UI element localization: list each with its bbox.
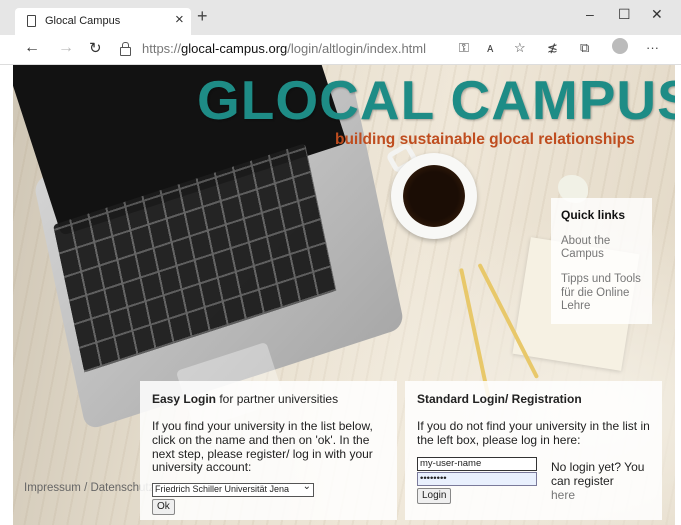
new-tab-icon[interactable]: + bbox=[197, 6, 208, 27]
register-prompt: No login yet? You can register here bbox=[551, 460, 645, 502]
read-aloud-icon[interactable]: ᴀ bbox=[487, 40, 493, 55]
address-bar[interactable]: https://glocal-campus.org/login/altlogin… bbox=[112, 38, 532, 60]
site-tagline: building sustainable glocal relationship… bbox=[335, 131, 635, 148]
profile-icon[interactable] bbox=[612, 38, 628, 54]
site-title: GLOCAL CAMPUS bbox=[197, 69, 675, 131]
url-text: https://glocal-campus.org/login/altlogin… bbox=[142, 41, 426, 56]
key-icon[interactable]: ⚿ bbox=[459, 40, 469, 56]
login-button[interactable]: Login bbox=[417, 488, 452, 504]
favorite-star-icon[interactable]: ☆ bbox=[514, 40, 526, 56]
standard-login-box: Standard Login/ Registration If you do n… bbox=[405, 381, 662, 520]
browser-toolbar: ← → ↻ https://glocal-campus.org/login/al… bbox=[0, 35, 681, 65]
imprint-link[interactable]: Impressum / Datenschutz bbox=[24, 482, 154, 495]
close-tab-icon[interactable]: × bbox=[175, 11, 184, 28]
ok-button[interactable]: Ok bbox=[152, 499, 175, 515]
standard-login-instructions: If you do not find your university in th… bbox=[417, 419, 650, 447]
refresh-icon[interactable]: ↻ bbox=[89, 39, 102, 57]
standard-login-heading: Standard Login/ Registration bbox=[417, 392, 582, 406]
more-icon[interactable]: ··· bbox=[646, 40, 659, 55]
page-background: GLOCAL CAMPUS building sustainable gloca… bbox=[13, 65, 675, 525]
university-select[interactable]: Friedrich Schiller Universität Jena bbox=[152, 483, 314, 497]
forward-icon: → bbox=[58, 39, 74, 56]
pencil-image bbox=[459, 268, 491, 398]
quick-link-tipps[interactable]: Tipps und Tools für die Online Lehre bbox=[561, 273, 642, 313]
password-field[interactable]: •••••••• bbox=[417, 472, 537, 486]
username-field[interactable]: my-user-name bbox=[417, 457, 537, 471]
easy-login-heading: Easy Login for partner universities bbox=[152, 392, 339, 406]
maximize-icon[interactable]: ☐ bbox=[618, 6, 631, 23]
tab-bar: Glocal Campus × + – ☐ ✕ bbox=[0, 0, 681, 35]
browser-tab[interactable]: Glocal Campus × bbox=[15, 8, 191, 35]
back-icon[interactable]: ← bbox=[24, 39, 40, 57]
favorites-icon[interactable]: ≴ bbox=[547, 40, 558, 56]
easy-login-instructions: If you find your university in the list … bbox=[152, 419, 373, 475]
tab-title: Glocal Campus bbox=[45, 15, 121, 27]
collections-icon[interactable]: ⧉ bbox=[580, 40, 589, 56]
register-link[interactable]: here bbox=[551, 488, 575, 502]
quick-links-heading: Quick links bbox=[561, 208, 626, 222]
minimize-icon[interactable]: – bbox=[586, 6, 594, 22]
page-icon bbox=[27, 15, 36, 27]
easy-login-box: Easy Login for partner universities If y… bbox=[140, 381, 397, 520]
coffee-image bbox=[403, 165, 465, 227]
quick-link-about[interactable]: About the Campus bbox=[561, 235, 642, 261]
window-close-icon[interactable]: ✕ bbox=[651, 6, 663, 23]
quick-links-panel: Quick links About the Campus Tipps und T… bbox=[551, 198, 652, 324]
lock-icon bbox=[120, 42, 131, 56]
